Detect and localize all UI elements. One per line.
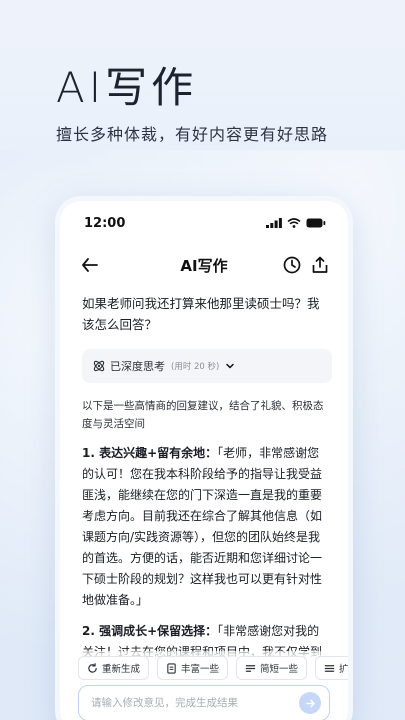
signal-icon (266, 218, 282, 228)
hero-title: AI写作 (56, 63, 198, 112)
point-body: 「老师，非常感谢您的认可！您在我本科阶段给予的指导让我受益匪浅，能继续在您的门下… (82, 446, 323, 607)
thinking-label: 已深度思考 (110, 360, 165, 373)
document-icon (167, 662, 176, 674)
shorten-icon (245, 664, 256, 672)
status-icons (266, 218, 326, 228)
battery-icon (306, 218, 326, 228)
nav-bar: AI写作 (60, 245, 348, 285)
chip-label: 简短一些 (260, 664, 299, 675)
chip-label: 扩写稿 (339, 664, 348, 675)
history-clock-icon[interactable] (282, 255, 302, 275)
enrich-button[interactable]: 丰富一些 (157, 656, 229, 680)
revision-input-bar (78, 685, 330, 720)
expand-icon (324, 664, 335, 672)
chat-content: 如果老师问我还打算来他那里读硕士吗？我该怎么回答？ 已深度思考 (用时 20 秒… (82, 293, 332, 705)
revision-input[interactable] (91, 697, 299, 709)
wifi-icon (287, 218, 301, 228)
shorten-button[interactable]: 简短一些 (236, 656, 308, 680)
chip-label: 重新生成 (102, 664, 141, 675)
status-bar: 12:00 (60, 201, 348, 245)
send-button[interactable] (299, 692, 321, 714)
user-question: 如果老师问我还打算来他那里读硕士吗？我该怎么回答？ (82, 296, 320, 332)
phone-mockup: 12:00 AI写作 如果老师问我还打算来他那里读硕士吗？我该怎么回答？ 已深度… (55, 196, 353, 720)
answer-point: 1. 表达兴趣+留有余地：「老师，非常感谢您的认可！您在我本科阶段给予的指导让我… (82, 443, 330, 611)
chip-label: 丰富一些 (181, 664, 220, 675)
expand-button[interactable]: 扩写稿 (315, 656, 348, 680)
point-heading: 1. 表达兴趣+留有余地： (82, 446, 218, 460)
arrow-right-icon (305, 699, 315, 707)
deep-thinking-toggle[interactable]: 已深度思考 (用时 20 秒) (82, 349, 332, 383)
atom-icon (93, 360, 105, 372)
answer-intro: 以下是一些高情商的回复建议，结合了礼貌、积极态度与灵活空间 (82, 400, 324, 430)
hero-subtitle: 擅长多种体裁，有好内容更有好思路 (56, 125, 329, 144)
thinking-duration: (用时 20 秒) (171, 362, 220, 372)
nav-title: AI写作 (180, 256, 228, 275)
point-heading: 2. 强调成长+保留选择： (82, 624, 218, 638)
chevron-down-icon (226, 363, 235, 369)
back-arrow-icon[interactable] (80, 255, 100, 275)
regenerate-button[interactable]: 重新生成 (78, 656, 150, 680)
refresh-icon (88, 662, 97, 673)
action-chips: 重新生成 丰富一些 简短一些 扩写稿 (60, 651, 348, 685)
status-time: 12:00 (84, 215, 126, 231)
share-icon[interactable] (310, 255, 330, 275)
